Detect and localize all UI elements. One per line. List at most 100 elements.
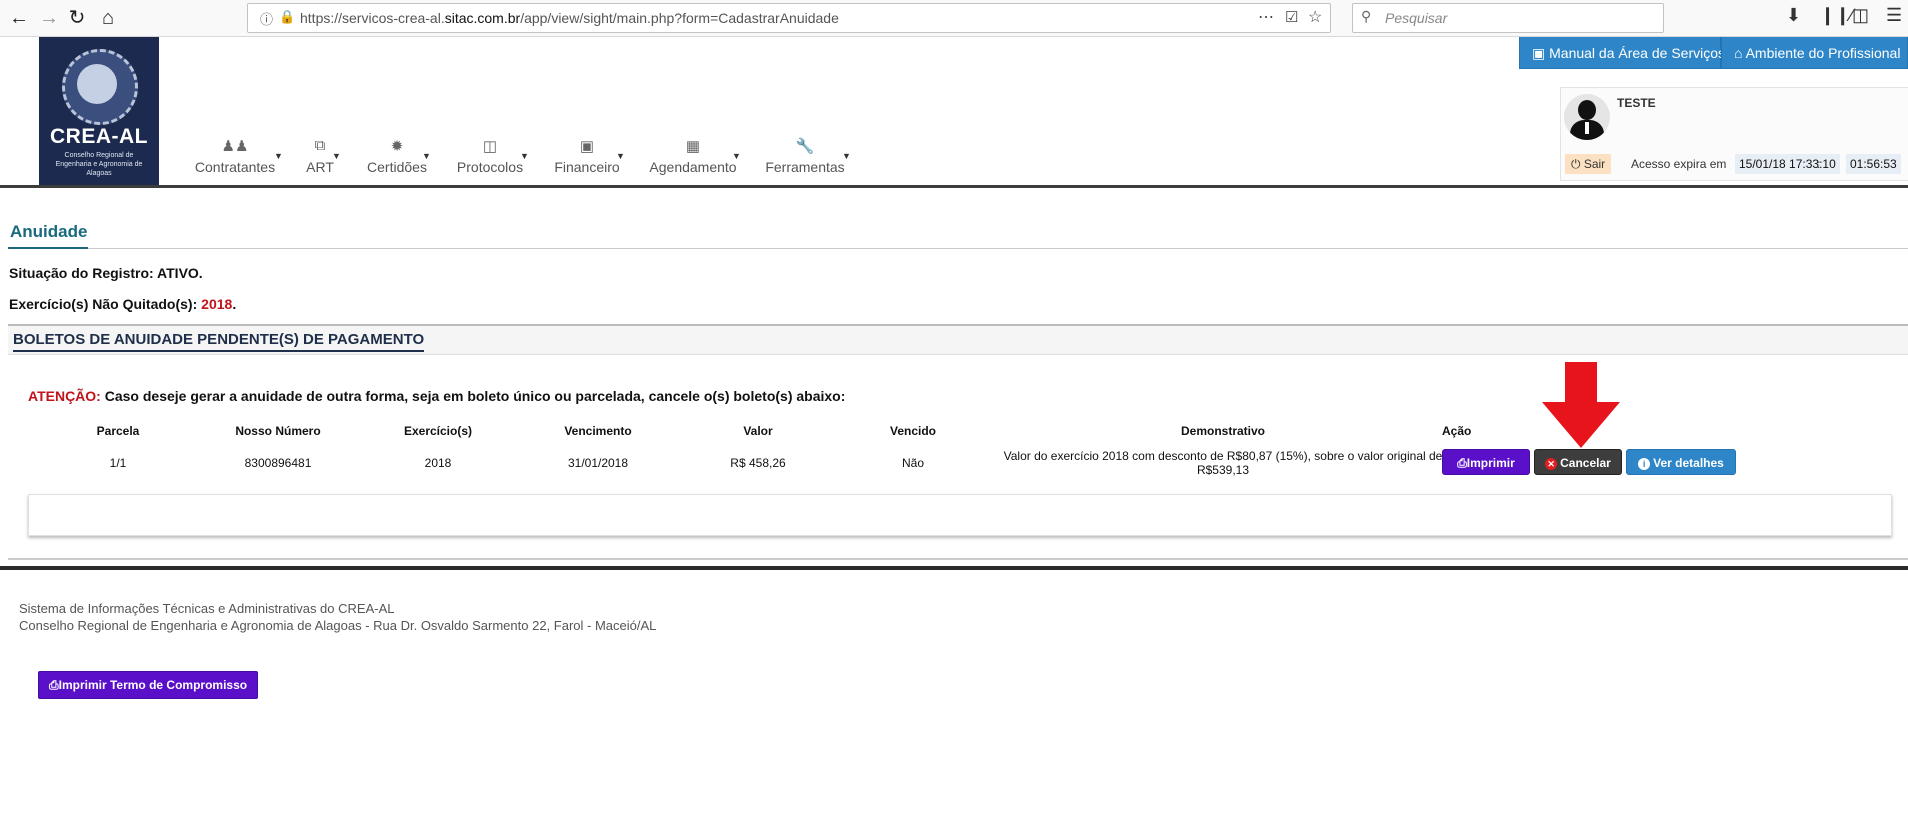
header-acao: Ação bbox=[1442, 424, 1472, 438]
session-remaining-time: 01:56:53 bbox=[1846, 154, 1901, 174]
calendar-icon: ▦ bbox=[685, 138, 701, 155]
printer-icon: ⎙ bbox=[1457, 456, 1467, 470]
browser-toolbar: ← → ↻ ⌂ ⓘ 🔒 https://servicos-crea-al.sit… bbox=[0, 0, 1908, 37]
reload-icon[interactable]: ↻ bbox=[64, 5, 90, 31]
crea-logo[interactable]: CREA-AL Conselho Regional de Engenharia … bbox=[39, 37, 159, 185]
footer-divider bbox=[0, 566, 1908, 570]
more-icon[interactable]: ⋯ bbox=[1258, 7, 1274, 27]
registration-status: Situação do Registro: ATIVO. bbox=[9, 265, 203, 281]
menu-certidoes[interactable]: ✹ Certidões ▼ bbox=[362, 137, 432, 181]
sidebar-icon[interactable]: ◫ bbox=[1852, 5, 1869, 26]
back-arrow-icon[interactable]: ← bbox=[6, 5, 32, 31]
caret-down-icon: ▼ bbox=[332, 151, 341, 161]
print-term-label: Imprimir Termo de Compromisso bbox=[58, 678, 248, 692]
download-icon[interactable]: ⬇ bbox=[1786, 5, 1801, 26]
title-accent bbox=[8, 247, 88, 249]
lock-icon[interactable]: 🔒 bbox=[279, 9, 295, 25]
header-nosso-numero: Nosso Número bbox=[235, 424, 321, 438]
menu-label: Financeiro bbox=[554, 159, 620, 175]
menu-icon[interactable]: ☰ bbox=[1886, 5, 1902, 26]
caret-down-icon: ▼ bbox=[732, 151, 741, 161]
logo-seal-icon bbox=[62, 49, 138, 125]
search-input[interactable]: ⚲ Pesquisar bbox=[1352, 3, 1664, 33]
print-term-button[interactable]: ⎙Imprimir Termo de Compromisso bbox=[38, 671, 259, 699]
url-path: /app/view/sight/main.php?form=CadastrarA… bbox=[520, 10, 839, 26]
menu-protocolos[interactable]: ◫ Protocolos ▼ bbox=[454, 137, 529, 181]
menu-label: Protocolos bbox=[456, 159, 524, 175]
print-button[interactable]: ⎙Imprimir bbox=[1442, 449, 1530, 475]
pending-boletos-panel: BOLETOS DE ANUIDADE PENDENTE(S) DE PAGAM… bbox=[8, 324, 1908, 699]
logout-label: Sair bbox=[1583, 157, 1606, 171]
details-button[interactable]: i Ver detalhes bbox=[1626, 449, 1736, 475]
caret-down-icon: ▼ bbox=[616, 151, 625, 161]
page-title: Anuidade bbox=[10, 222, 88, 241]
star-icon[interactable]: ☆ bbox=[1308, 7, 1322, 27]
cancel-button-label: Cancelar bbox=[1560, 456, 1611, 470]
session-expire-label: Acesso expira em bbox=[1631, 157, 1727, 171]
money-icon: ▣ bbox=[579, 138, 595, 155]
menu-label: Ferramentas bbox=[765, 159, 845, 175]
caret-down-icon: ▼ bbox=[274, 151, 283, 161]
menu-label: ART bbox=[306, 159, 334, 175]
menu-label: Agendamento bbox=[649, 159, 737, 175]
menu-label: Certidões bbox=[367, 159, 427, 175]
header-demonstrativo: Demonstrativo bbox=[1180, 424, 1266, 438]
cancel-button[interactable]: ✕ Cancelar bbox=[1534, 449, 1622, 475]
menu-label: Contratantes bbox=[194, 159, 276, 175]
print-button-label: Imprimir bbox=[1466, 456, 1515, 470]
logo-subtitle: Conselho Regional de Engenharia e Agrono… bbox=[55, 152, 143, 177]
logout-button[interactable]: ⏻ Sair bbox=[1565, 154, 1612, 174]
menu-financeiro[interactable]: ▣ Financeiro ▼ bbox=[552, 137, 625, 181]
printer-icon: ⎙ bbox=[49, 678, 59, 692]
unpaid-exercises-end: . bbox=[232, 296, 237, 312]
ambiente-button-label: Ambiente do Profissional bbox=[1745, 45, 1901, 61]
wrench-icon: 🔧 bbox=[795, 138, 815, 155]
cell-exercicio: 2018 bbox=[424, 456, 452, 470]
footer-line-2: Conselho Regional de Engenharia e Agrono… bbox=[19, 618, 657, 633]
time-separator: : bbox=[1817, 157, 1821, 171]
power-icon: ⏻ bbox=[1571, 157, 1584, 171]
inbox-icon: ◫ bbox=[482, 138, 498, 155]
cell-parcela: 1/1 bbox=[109, 456, 127, 470]
search-icon: ⚲ bbox=[1361, 8, 1372, 24]
panel-header: BOLETOS DE ANUIDADE PENDENTE(S) DE PAGAM… bbox=[8, 326, 1908, 355]
unpaid-exercises-value: 2018 bbox=[201, 296, 233, 312]
url-prefix: https://servicos-crea-al. bbox=[300, 10, 445, 26]
caret-down-icon: ▼ bbox=[422, 151, 431, 161]
header-valor: Valor bbox=[743, 424, 773, 438]
caret-down-icon: ▼ bbox=[842, 151, 851, 161]
library-icon[interactable]: ❙❙∕ bbox=[1820, 5, 1853, 26]
details-button-label: Ver detalhes bbox=[1653, 456, 1724, 470]
home-icon[interactable]: ⌂ bbox=[95, 5, 121, 31]
header-parcela: Parcela bbox=[96, 424, 140, 438]
info-icon[interactable]: ⓘ bbox=[260, 9, 273, 28]
manual-button-label: Manual da Área de Serviços bbox=[1549, 45, 1725, 61]
unpaid-exercises: Exercício(s) Não Quitado(s): 2018. bbox=[9, 296, 236, 312]
menu-contratantes[interactable]: ♟♟ Contratantes ▼ bbox=[190, 137, 283, 181]
url-bar[interactable]: ⓘ 🔒 https://servicos-crea-al.sitac.com.b… bbox=[247, 3, 1331, 33]
url-text[interactable]: https://servicos-crea-al.sitac.com.br/ap… bbox=[300, 4, 839, 32]
unpaid-exercises-label: Exercício(s) Não Quitado(s): bbox=[9, 296, 198, 312]
pocket-icon[interactable]: ☑ bbox=[1285, 8, 1298, 26]
manual-button[interactable]: ▣ Manual da Área de Serviços bbox=[1519, 37, 1725, 69]
red-arrow-annotation bbox=[1542, 362, 1620, 448]
menu-agendamento[interactable]: ▦ Agendamento ▼ bbox=[648, 137, 741, 181]
term-button-well: ⎙Imprimir Termo de Compromisso bbox=[28, 494, 1892, 699]
caret-down-icon: ▼ bbox=[520, 151, 529, 161]
user-name: TESTE bbox=[1617, 96, 1656, 110]
url-domain: sitac.com.br bbox=[444, 10, 521, 26]
book-icon: ▣ bbox=[1532, 45, 1550, 61]
title-divider bbox=[8, 248, 1908, 249]
info-circle-icon: i bbox=[1638, 457, 1651, 470]
ambiente-button[interactable]: ⌂ Ambiente do Profissional bbox=[1721, 37, 1908, 69]
menu-ferramentas[interactable]: 🔧 Ferramentas ▼ bbox=[764, 137, 851, 181]
user-panel: TESTE ⏻ Sair Acesso expira em 15/01/18 1… bbox=[1560, 87, 1908, 181]
footer: Sistema de Informações Técnicas e Admini… bbox=[19, 600, 656, 634]
panel-title: BOLETOS DE ANUIDADE PENDENTE(S) DE PAGAM… bbox=[13, 331, 425, 352]
header-vencimento: Vencimento bbox=[564, 424, 632, 438]
forward-arrow-icon[interactable]: → bbox=[36, 5, 62, 31]
home-icon: ⌂ bbox=[1734, 45, 1746, 61]
users-icon: ♟♟ bbox=[221, 138, 249, 155]
avatar bbox=[1564, 94, 1610, 140]
menu-art[interactable]: ⧉ ART ▼ bbox=[300, 137, 341, 181]
